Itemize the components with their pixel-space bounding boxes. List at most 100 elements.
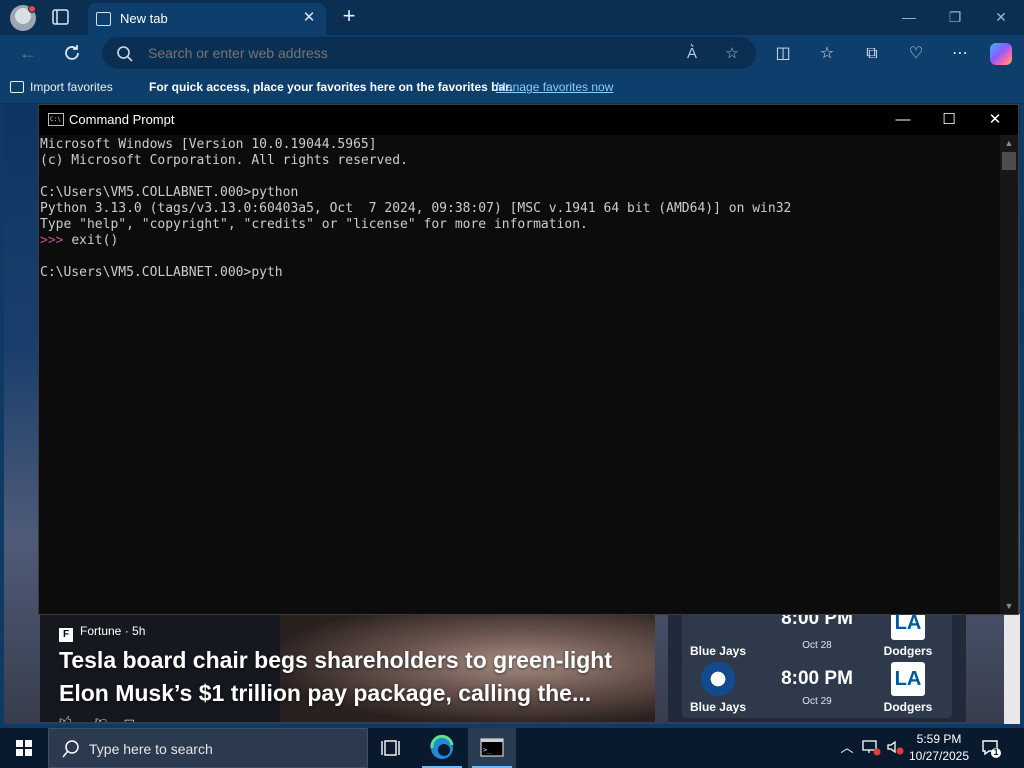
browser-tab-bar: New tab ✕ + — ❐ ✕	[0, 0, 1024, 35]
manage-favorites-link[interactable]: Manage favorites now	[496, 80, 613, 94]
split-screen-icon[interactable]: ◫	[772, 43, 794, 65]
task-view-icon	[381, 740, 400, 756]
game-time: 8:00 PM	[781, 668, 853, 689]
taskbar-search-box[interactable]: Type here to search	[48, 728, 368, 768]
new-tab-page-icon	[96, 12, 111, 26]
cmd-console-output[interactable]: Microsoft Windows [Version 10.0.19044.59…	[39, 135, 1000, 614]
search-icon	[116, 45, 134, 63]
dodgers-logo-icon: LA	[891, 662, 925, 696]
cmd-scroll-thumb[interactable]	[1002, 152, 1016, 170]
new-tab-button[interactable]: +	[338, 5, 360, 28]
dislike-icon[interactable]: 👎︎	[95, 714, 107, 722]
address-input[interactable]	[148, 45, 648, 61]
refresh-icon[interactable]	[58, 40, 86, 66]
browser-essentials-icon[interactable]: ♡	[905, 43, 927, 65]
tab-actions-icon[interactable]	[50, 7, 72, 27]
cmd-title-bar[interactable]: C:\ Command Prompt — ☐ ✕	[39, 105, 1018, 135]
cmd-close-icon[interactable]: ✕	[972, 105, 1018, 135]
news-card[interactable]: F Fortune · 5h Tesla board chair begs sha…	[40, 614, 655, 722]
news-source-name: Fortune	[80, 624, 122, 638]
console-line-text: Type "help", "copyright", "credits" or "…	[40, 217, 588, 232]
away-team-name: Blue Jays	[689, 700, 747, 714]
console-line: Python 3.13.0 (tags/v3.13.0:60403a5, Oct…	[40, 201, 1000, 217]
home-team-name: Dodgers	[883, 700, 933, 714]
console-line: C:\Users\VM5.COLLABNET.000>python	[40, 185, 1000, 201]
comment-icon[interactable]: ▭	[124, 714, 135, 722]
start-button[interactable]	[0, 728, 48, 768]
cmd-minimize-icon[interactable]: —	[880, 105, 926, 135]
tab-title: New tab	[120, 11, 168, 26]
svg-text:>_: >_	[483, 746, 492, 754]
clock-time: 5:59 PM	[916, 732, 962, 746]
news-age: 5h	[132, 624, 146, 638]
game-date: Oct 28	[802, 640, 832, 651]
import-favorites-button[interactable]: Import favorites	[10, 80, 113, 94]
command-prompt-icon: >_	[480, 738, 504, 757]
score-row[interactable]: Blue Jays 8:00 PM Oct 29 LA Dodgers	[682, 658, 952, 718]
command-prompt-window[interactable]: C:\ Command Prompt — ☐ ✕ Microsoft Windo…	[38, 104, 1019, 615]
search-icon	[61, 739, 81, 759]
cmd-scrollbar[interactable]: ▲ ▼	[1000, 135, 1018, 614]
console-line: Microsoft Windows [Version 10.0.19044.59…	[40, 137, 1000, 153]
import-icon	[10, 81, 24, 93]
console-line-text: C:\Users\VM5.COLLABNET.000>pyth	[40, 265, 283, 280]
more-options-icon[interactable]: ⋯	[949, 43, 971, 65]
console-line-text: (c) Microsoft Corporation. All rights re…	[40, 153, 408, 168]
close-tab-icon[interactable]: ✕	[300, 9, 318, 27]
back-arrow-icon[interactable]: ←	[14, 40, 42, 66]
favorites-icon[interactable]: ☆	[816, 43, 838, 65]
console-line: >>> exit()	[40, 233, 1000, 249]
scroll-up-icon[interactable]: ▲	[1000, 135, 1018, 151]
taskbar-clock[interactable]: 5:59 PM 10/27/2025	[905, 731, 973, 765]
volume-icon[interactable]	[884, 738, 906, 758]
restore-icon[interactable]: ❐	[944, 7, 966, 27]
console-line: C:\Users\VM5.COLLABNET.000>pyth	[40, 265, 1000, 281]
game-date: Oct 29	[802, 696, 832, 707]
cmd-app-icon: C:\	[48, 113, 64, 126]
page-scrollbar[interactable]	[1004, 614, 1020, 724]
action-center-button[interactable]: 1	[980, 737, 1002, 759]
close-window-icon[interactable]: ✕	[990, 7, 1012, 27]
copilot-icon[interactable]	[990, 43, 1012, 65]
console-line: Type "help", "copyright", "credits" or "…	[40, 217, 1000, 233]
scroll-down-icon[interactable]: ▼	[1000, 598, 1018, 614]
away-team-name: Blue Jays	[689, 644, 747, 658]
python-prompt-marker: >>>	[40, 233, 72, 248]
tab-new-tab[interactable]: New tab ✕	[88, 3, 326, 35]
profile-notification-badge	[28, 5, 36, 13]
console-line: (c) Microsoft Corporation. All rights re…	[40, 153, 1000, 169]
edge-icon	[430, 734, 454, 759]
home-team-name: Dodgers	[883, 644, 933, 658]
browser-toolbar: ← A͛ ☆ ◫ ☆ ⧉ ♡ ⋯	[0, 35, 1024, 72]
news-headline[interactable]: Tesla board chair begs shareholders to g…	[59, 644, 629, 710]
read-aloud-icon[interactable]: A͛	[682, 44, 702, 64]
edge-taskbar-button[interactable]	[418, 728, 466, 768]
console-line-text: Python 3.13.0 (tags/v3.13.0:60403a5, Oct…	[40, 201, 792, 216]
console-line-text: C:\Users\VM5.COLLABNET.000>python	[40, 185, 299, 200]
cmd-taskbar-button[interactable]: >_	[468, 728, 516, 768]
sports-scores-panel: Blue Jays 8:00 PM Oct 28 LA Dodgers Blue…	[668, 602, 966, 722]
favorites-hint-text: For quick access, place your favorites h…	[149, 80, 513, 94]
console-line-text: exit()	[71, 233, 119, 248]
taskbar: Type here to search >_ ︿ 5:59 PM 10/27/2…	[0, 728, 1024, 768]
windows-logo-icon	[16, 740, 32, 756]
show-hidden-icons-chevron-icon[interactable]: ︿	[838, 738, 856, 758]
import-favorites-label: Import favorites	[30, 80, 113, 94]
favorite-star-icon[interactable]: ☆	[722, 44, 742, 64]
collections-icon[interactable]: ⧉	[861, 43, 883, 65]
address-bar[interactable]: A͛ ☆	[102, 37, 756, 69]
taskbar-search-placeholder: Type here to search	[89, 741, 213, 757]
cmd-maximize-icon[interactable]: ☐	[926, 105, 972, 135]
away-team: Blue Jays	[682, 658, 754, 718]
minimize-icon[interactable]: —	[898, 7, 920, 27]
task-view-button[interactable]	[368, 728, 416, 768]
home-team: LA Dodgers	[872, 658, 944, 718]
screen: New tab ✕ + — ❐ ✕ ← A͛ ☆ ◫ ☆ ⧉ ♡ ⋯ Impor…	[0, 0, 1024, 768]
network-icon[interactable]	[860, 738, 882, 758]
news-actions: 👍︎ 👎︎ ▭	[59, 714, 135, 722]
like-icon[interactable]: 👍︎	[59, 714, 72, 722]
favorites-bar: Import favorites For quick access, place…	[0, 72, 1024, 104]
news-source: F Fortune · 5h	[59, 624, 145, 642]
